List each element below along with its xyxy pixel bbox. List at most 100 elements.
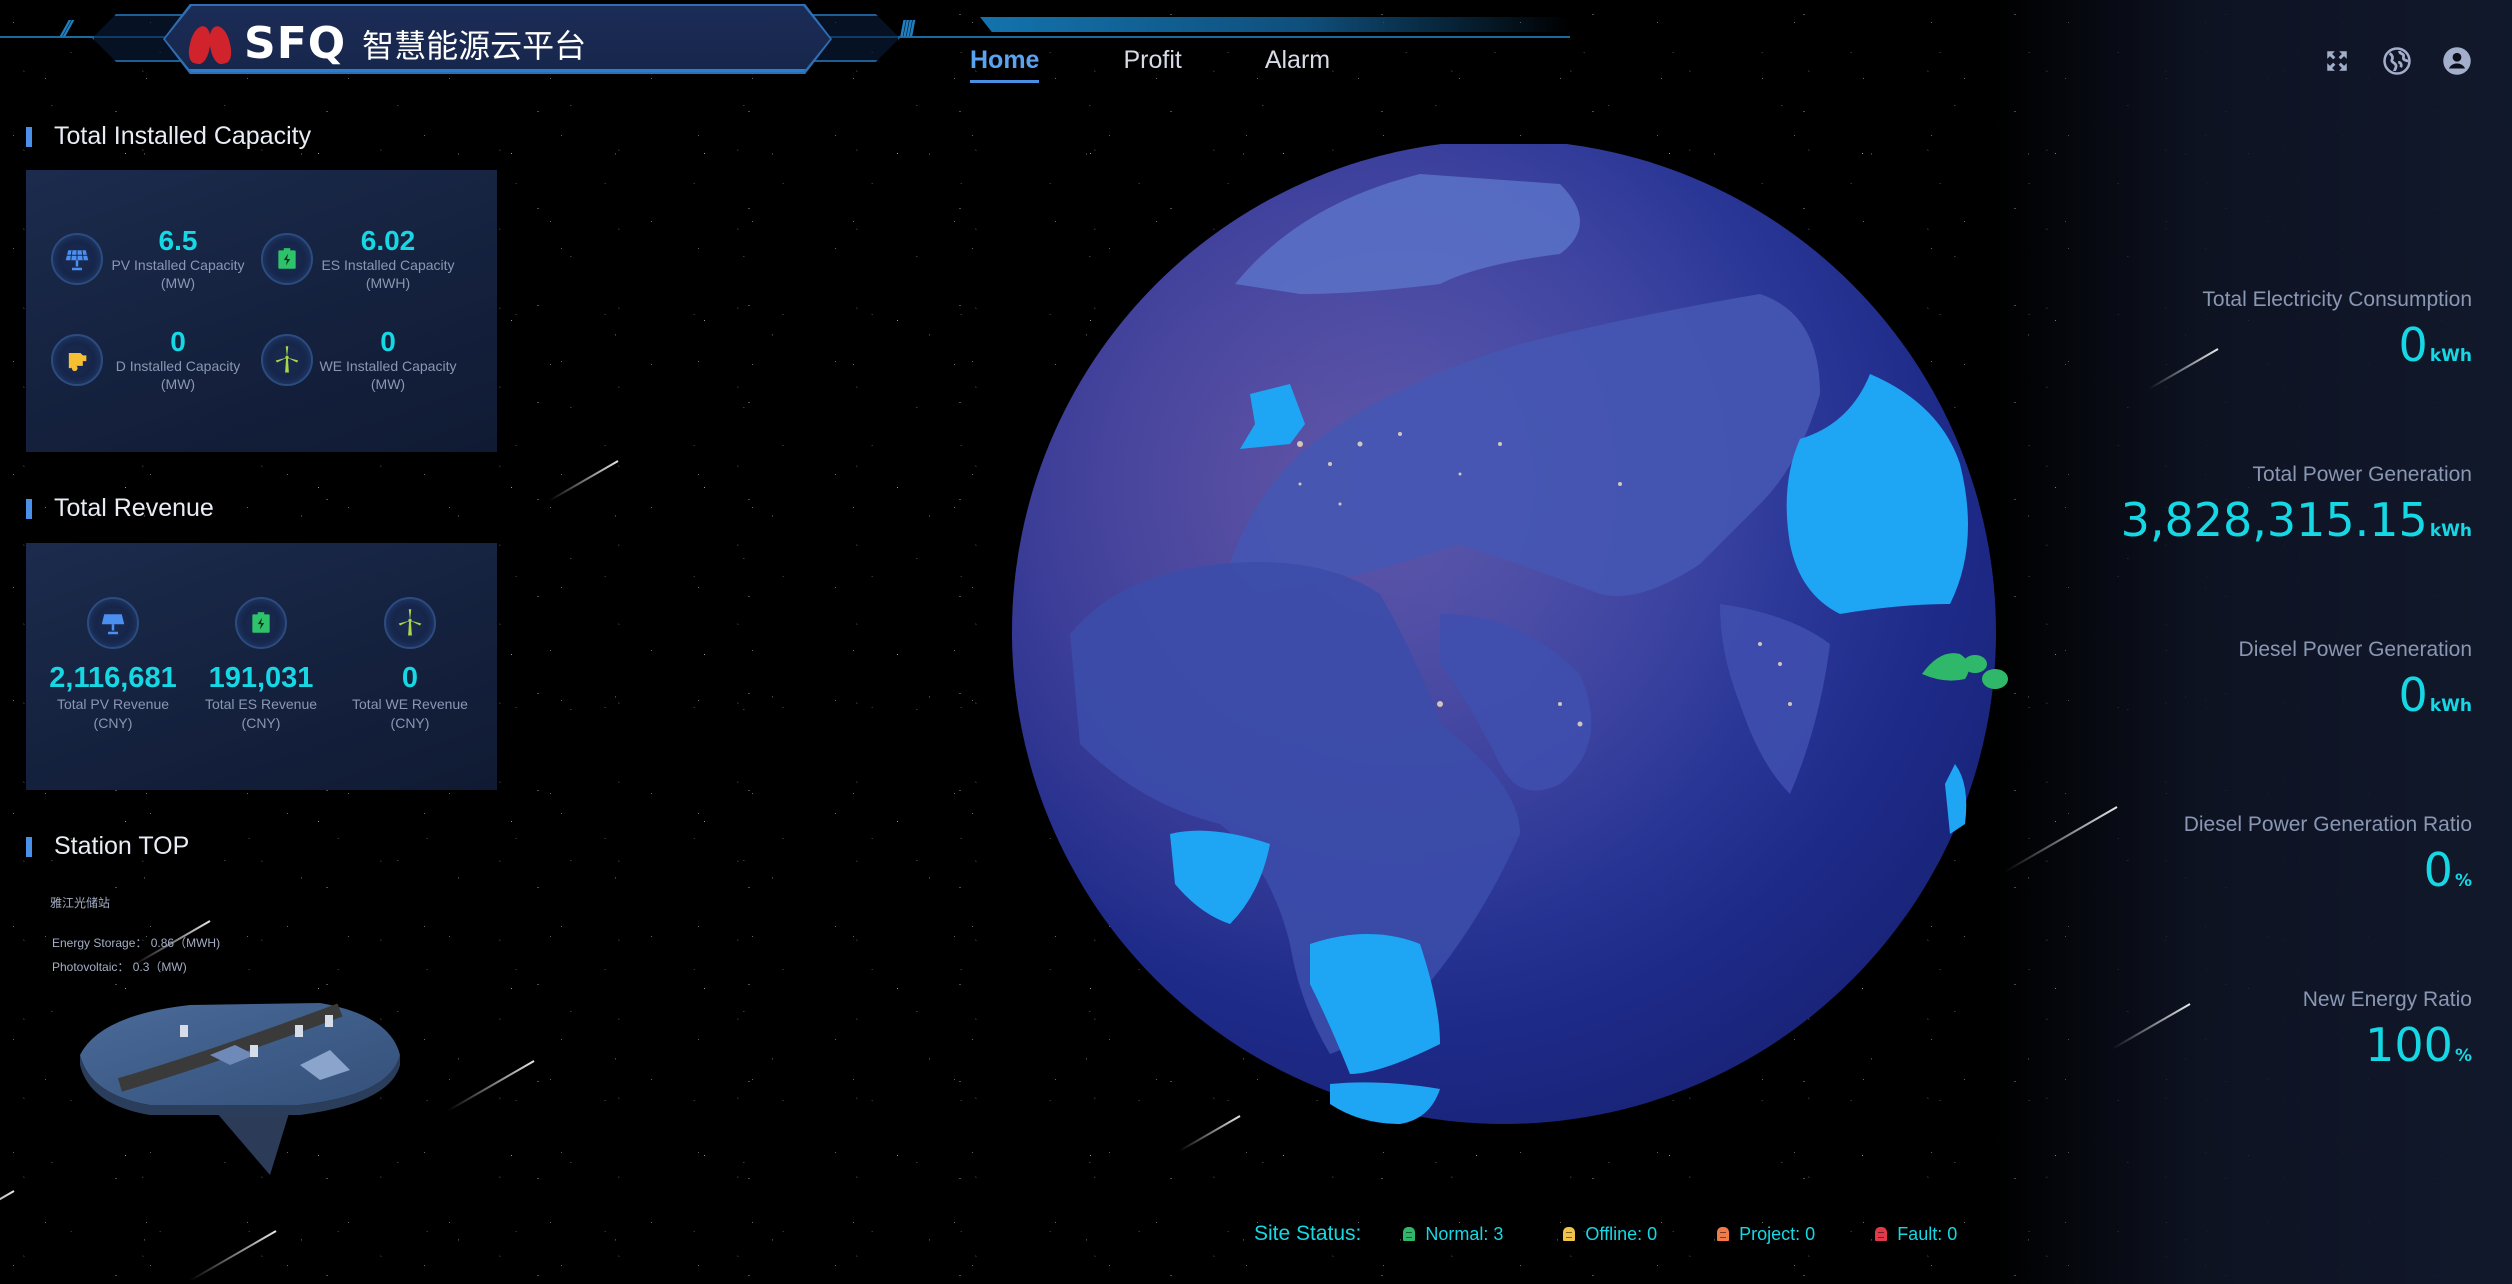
solar-panel-icon (87, 597, 139, 649)
site-status-label: Site Status: (1254, 1222, 1362, 1245)
capacity-item-diesel: 0 D Installed Capacity (MW) (51, 327, 253, 393)
section-title-bar (26, 498, 32, 519)
header-decoration-right: //// (900, 16, 916, 41)
capacity-unit: (MW) (160, 376, 196, 392)
stat-diesel-power-generation-ratio: Diesel Power Generation Ratio 0% (2184, 812, 2472, 907)
station-name-link[interactable]: 雅江光储站 (50, 894, 110, 911)
installed-capacity-panel: 6.5 PV Installed Capacity (MW) 6.02 ES I… (26, 170, 497, 452)
site-status-normal[interactable]: Normal: 3 (1403, 1224, 1503, 1245)
section-title-bar (26, 836, 32, 857)
station-energy-storage: Energy Storage： 0.86（MWH) (52, 936, 221, 950)
stat-value: 0 kWh (2202, 319, 2472, 382)
site-project-icon (1717, 1227, 1730, 1241)
capacity-item-pv: 6.5 PV Installed Capacity (MW) (51, 226, 253, 292)
revenue-unit: (CNY) (241, 715, 281, 731)
capacity-unit: (MWH) (365, 275, 411, 291)
capacity-value: 6.5 (158, 225, 198, 256)
site-status-text: Offline: 0 (1585, 1223, 1658, 1244)
battery-storage-icon (235, 597, 287, 649)
capacity-label: PV Installed Capacity (111, 257, 245, 273)
revenue-item-es: 191,031 Total ES Revenue (CNY) (186, 597, 336, 733)
nav-tab-profit[interactable]: Profit (1123, 44, 1181, 83)
stat-number: 0 (2398, 668, 2428, 722)
header-accent-bar (980, 17, 1570, 32)
stat-total-electricity-consumption: Total Electricity Consumption 0 kWh (2202, 287, 2472, 382)
stat-value: 3,828,315.15 kWh (2121, 494, 2472, 557)
nav-tab-home[interactable]: Home (970, 44, 1040, 83)
site-status-text: Normal: 3 (1425, 1223, 1504, 1244)
section-title-station-top: Station TOP (26, 832, 189, 861)
stat-value: 0% (2184, 844, 2472, 907)
section-title-revenue: Total Revenue (26, 494, 214, 523)
stat-new-energy-ratio: New Energy Ratio 100% (2303, 987, 2472, 1082)
main-nav: Home Profit Alarm (970, 44, 1330, 83)
revenue-panel: 2,116,681 Total PV Revenue (CNY) 191,031… (26, 543, 497, 790)
site-fault-icon (1875, 1227, 1888, 1241)
station-3d-model[interactable] (70, 985, 410, 1185)
battery-storage-icon (261, 233, 313, 285)
revenue-value: 2,116,681 (49, 662, 177, 694)
stat-label: Diesel Power Generation Ratio (2183, 813, 2472, 836)
capacity-text: 6.5 PV Installed Capacity (MW) (103, 226, 253, 292)
stat-label: Diesel Power Generation (2238, 638, 2472, 661)
stat-number: 0 (2423, 843, 2453, 897)
app-logo[interactable]: SFQ 智慧能源云平台 (186, 18, 587, 69)
wind-turbine-icon (384, 597, 436, 649)
user-account-icon[interactable] (2442, 46, 2472, 76)
header-actions (2322, 46, 2472, 76)
site-status-text: Project: 0 (1739, 1223, 1816, 1244)
revenue-label: Total ES Revenue (204, 696, 318, 712)
stat-diesel-power-generation: Diesel Power Generation 0 kWh (2239, 637, 2472, 732)
solar-panel-icon (51, 233, 103, 285)
station-photovoltaic: Photovoltaic： 0.3（MW) (52, 960, 187, 974)
capacity-value: 0 (380, 326, 396, 357)
site-status-offline[interactable]: Offline: 0 (1563, 1224, 1657, 1245)
stat-unit: kWh (2429, 696, 2472, 716)
section-title-installed-capacity: Total Installed Capacity (26, 122, 311, 151)
revenue-unit: (CNY) (390, 715, 430, 731)
wind-turbine-icon (261, 334, 313, 386)
stat-unit: kWh (2429, 521, 2472, 541)
sfq-logo-icon (186, 23, 234, 66)
capacity-label: D Installed Capacity (115, 358, 241, 374)
world-globe-map[interactable] (1000, 140, 2020, 1124)
stat-label: New Energy Ratio (2302, 988, 2472, 1011)
stat-value: 100% (2303, 1019, 2472, 1082)
revenue-label: Total WE Revenue (352, 696, 468, 712)
stat-value: 0 kWh (2239, 669, 2472, 732)
capacity-value: 6.02 (360, 225, 416, 256)
capacity-item-wind: 0 WE Installed Capacity (MW) (261, 327, 463, 393)
revenue-unit: (CNY) (93, 715, 133, 731)
fullscreen-icon[interactable] (2322, 46, 2352, 76)
stat-number: 3,828,315.15 (2120, 493, 2428, 547)
capacity-item-es: 6.02 ES Installed Capacity (MWH) (261, 226, 463, 292)
stat-unit: % (2454, 1046, 2472, 1066)
logo-brand: SFQ (244, 18, 347, 69)
stat-unit: kWh (2429, 346, 2472, 366)
section-title-bar (26, 126, 32, 147)
site-status-project[interactable]: Project: 0 (1717, 1224, 1815, 1245)
site-normal-icon (1403, 1227, 1416, 1241)
site-status-bar: Site Status: Normal: 3 Offline: 0 Projec… (1254, 1222, 1957, 1246)
app-title: 智慧能源云平台 (362, 26, 587, 65)
site-status-text: Fault: 0 (1897, 1223, 1958, 1244)
highlight-country-south-africa (1330, 1082, 1440, 1124)
revenue-value: 191,031 (208, 662, 314, 694)
globe-language-icon[interactable] (2382, 46, 2412, 76)
stat-number: 100 (2365, 1018, 2453, 1072)
diesel-generator-icon (51, 334, 103, 386)
capacity-text: 0 D Installed Capacity (MW) (103, 327, 253, 393)
revenue-item-pv: 2,116,681 Total PV Revenue (CNY) (38, 597, 188, 733)
capacity-value: 0 (170, 326, 186, 357)
site-status-fault[interactable]: Fault: 0 (1875, 1224, 1957, 1245)
revenue-label: Total PV Revenue (56, 696, 170, 712)
capacity-text: 0 WE Installed Capacity (MW) (313, 327, 463, 393)
stat-total-power-generation: Total Power Generation 3,828,315.15 kWh (2121, 462, 2472, 557)
nav-tab-alarm[interactable]: Alarm (1265, 44, 1330, 83)
capacity-unit: (MW) (160, 275, 196, 291)
stat-number: 0 (2398, 318, 2428, 372)
revenue-item-wind: 0 Total WE Revenue (CNY) (335, 597, 485, 733)
stat-label: Total Power Generation (2252, 463, 2472, 486)
section-title-text: Station TOP (54, 832, 190, 860)
section-title-text: Total Installed Capacity (54, 122, 312, 150)
